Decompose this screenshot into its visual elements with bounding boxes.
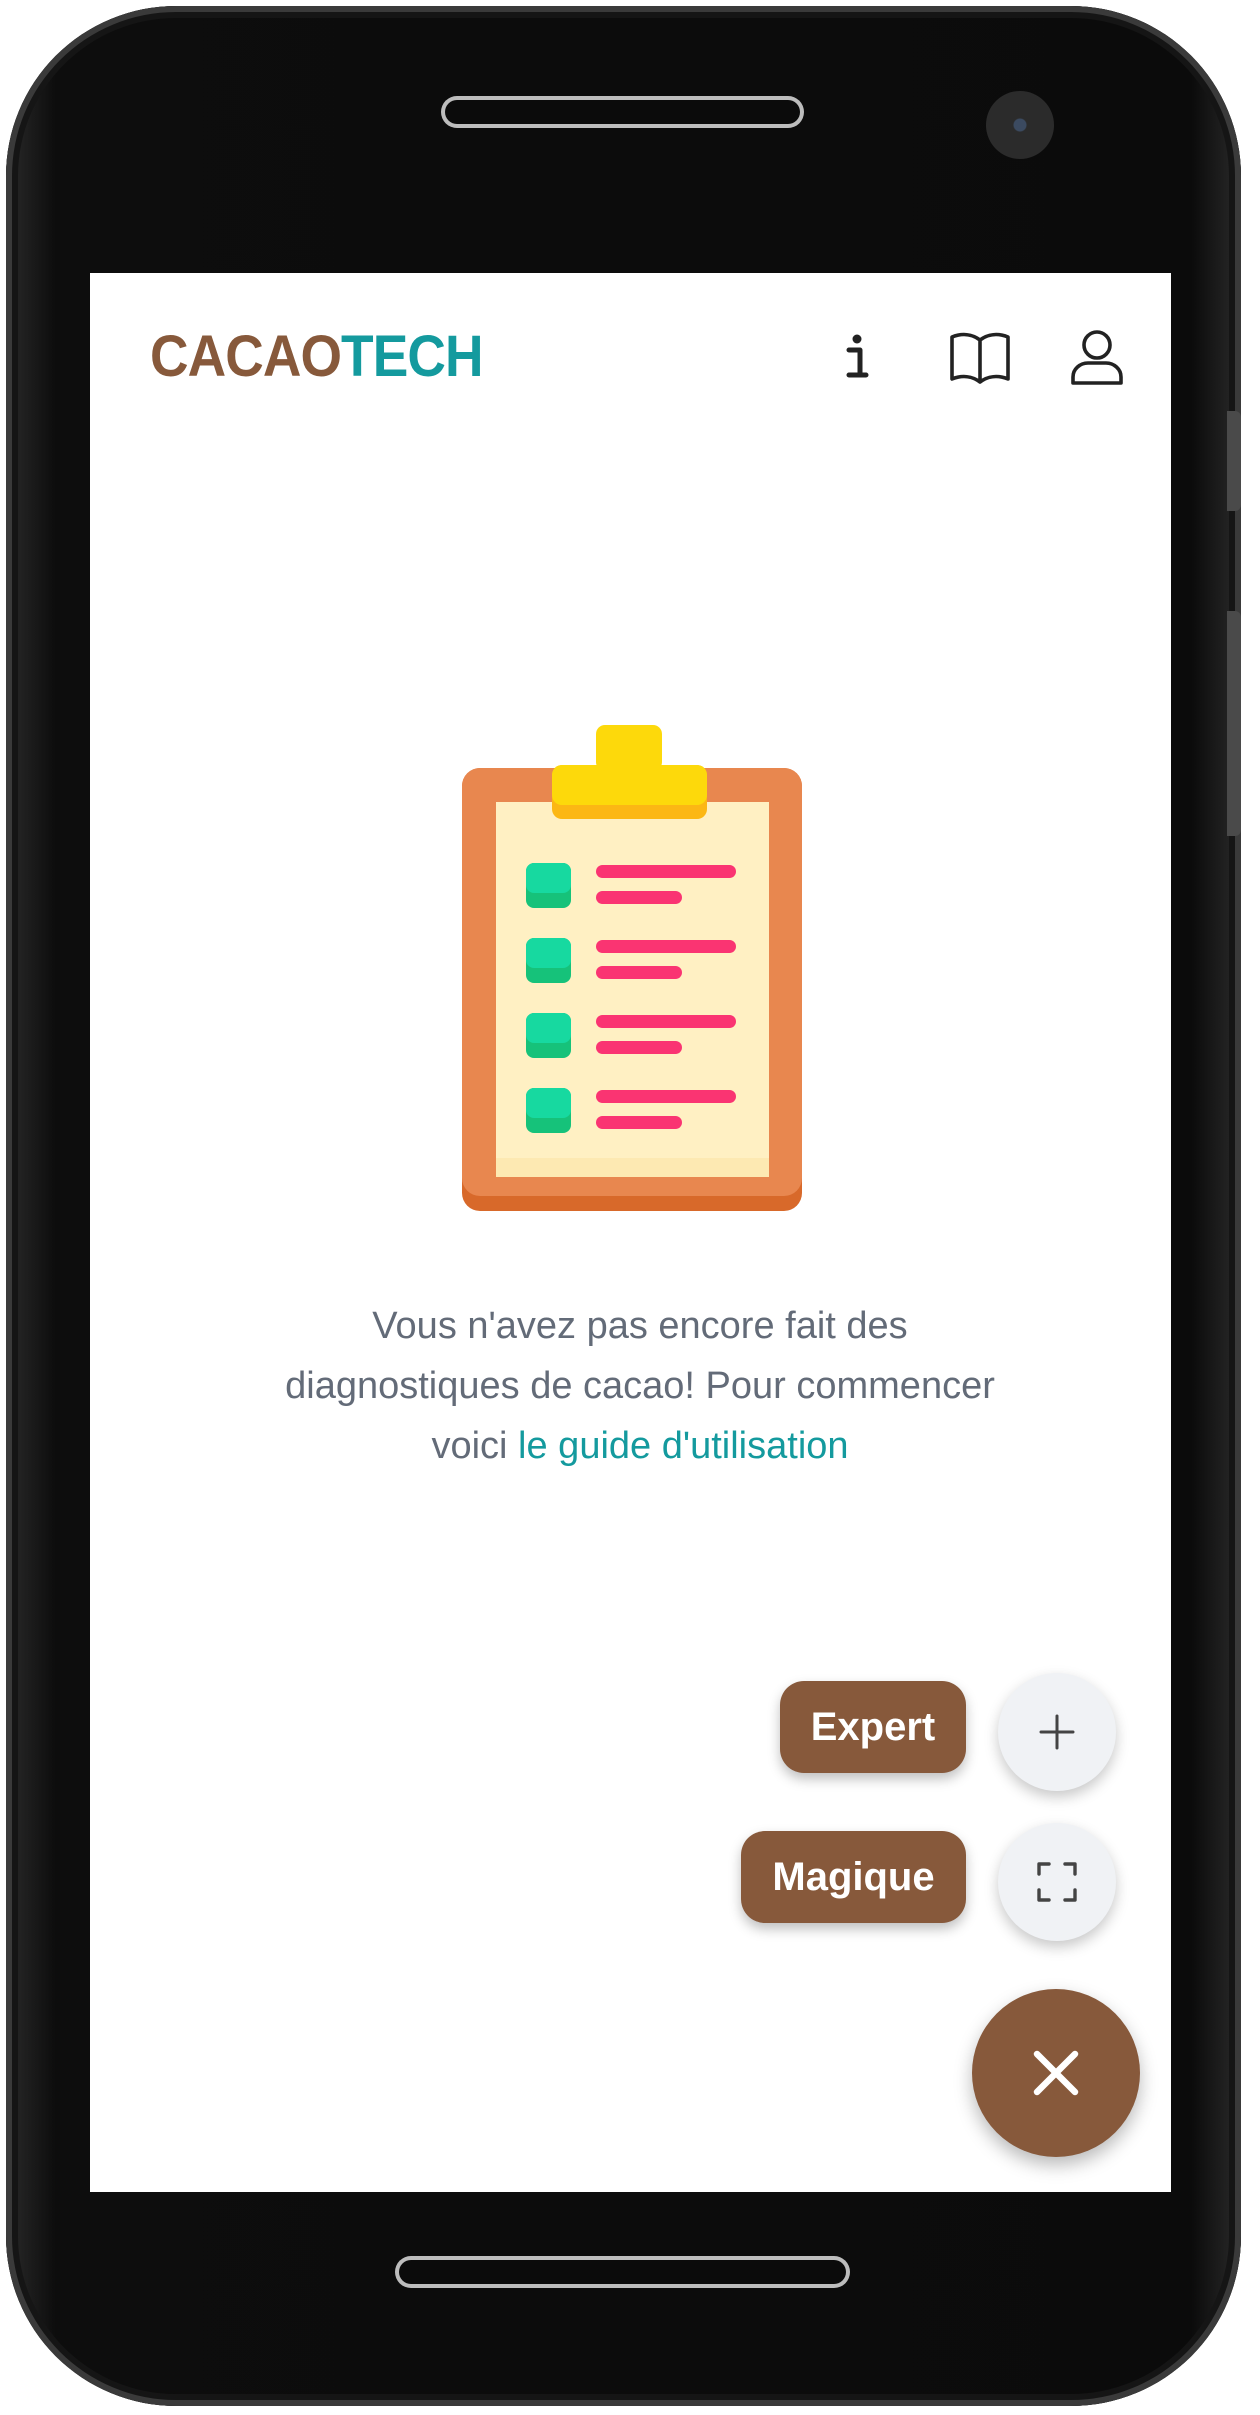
info-button[interactable] [825,325,889,389]
logo-part-cacao: CACAO [150,324,342,389]
book-icon [950,332,1010,384]
phone-side-button [1227,411,1241,511]
phone-volume-button [1227,611,1241,836]
info-icon [846,334,869,378]
empty-state-message: Vous n'avez pas encore fait des diagnost… [250,1296,1030,1476]
phone-speaker [445,100,800,124]
app-logo[interactable]: CACAOTECH [150,323,484,390]
user-icon [1071,330,1123,385]
phone-bottom-speaker [399,2260,846,2284]
logo-part-tech: TECH [341,324,483,389]
app-screen: CACAOTECH Vous n'avez pas encore fait de… [90,273,1171,2192]
phone-camera [986,91,1054,159]
expert-label-button[interactable]: Expert [780,1681,966,1773]
close-icon [1033,2050,1079,2096]
plus-icon [1039,1714,1075,1750]
expert-fab-button[interactable] [998,1673,1116,1791]
scan-icon [1037,1862,1077,1902]
close-fab-button[interactable] [972,1989,1140,2157]
guide-button[interactable] [948,325,1012,389]
magique-label-button[interactable]: Magique [741,1831,966,1923]
app-header: CACAOTECH [90,273,1171,443]
clipboard-checklist-icon [462,725,802,1211]
profile-button[interactable] [1065,325,1129,389]
guide-link[interactable]: le guide d'utilisation [518,1425,848,1467]
magique-fab-button[interactable] [998,1823,1116,1941]
